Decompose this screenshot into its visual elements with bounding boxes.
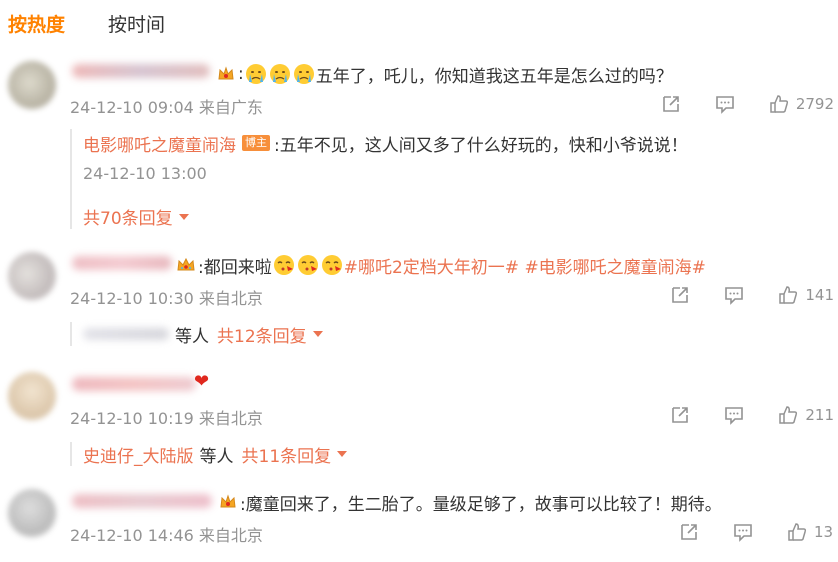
more-replies-link[interactable]: 共12条回复 xyxy=(217,322,323,347)
comment-actions: 2792 xyxy=(660,92,834,116)
comment-body: : 五年了，吒儿，你知道我这五年是怎么过的吗？ xyxy=(216,60,673,88)
reply-author-link[interactable]: 史迪仔_大陆版 xyxy=(83,442,194,467)
share-icon[interactable] xyxy=(660,93,682,115)
comment-meta: 24-12-10 09:04 来自广东 xyxy=(70,98,263,117)
tab-sort-by-hot[interactable]: 按热度 xyxy=(8,12,65,38)
more-replies-link[interactable]: 共70条回复 xyxy=(83,204,189,229)
reply-body: 电影哪吒之魔童闹海 博主 :五年不见，这人间又多了什么好玩的，快和小爷说说！ xyxy=(83,129,688,157)
kissing-face-emoji xyxy=(297,254,319,276)
comment-actions: 211 xyxy=(669,403,834,427)
reply-divider xyxy=(70,322,72,346)
sub-replies-summary: 史迪仔_大陆版 等人 共11条回复 xyxy=(83,441,348,467)
author-badge: 博主 xyxy=(242,135,270,151)
username-blurred[interactable] xyxy=(72,377,196,391)
like-count: 211 xyxy=(805,406,834,424)
comment-icon[interactable] xyxy=(723,284,745,306)
reply-username-blurred[interactable] xyxy=(83,328,169,340)
like-count: 2792 xyxy=(795,95,834,113)
crying-face-emoji xyxy=(269,63,291,85)
like-count: 141 xyxy=(805,286,834,304)
more-replies-label: 共12条回复 xyxy=(217,326,307,347)
caret-down-icon xyxy=(312,331,323,337)
more-replies-label: 共70条回复 xyxy=(83,209,173,229)
comment-body: :魔童回来了，生二胎了。量级足够了，故事可以比较了！期待。 xyxy=(218,488,722,516)
username-blurred[interactable] xyxy=(72,494,212,508)
topic-hashtag-links[interactable]: #哪吒2定档大年初一# #电影哪吒之魔童闹海# xyxy=(344,253,706,278)
avatar[interactable] xyxy=(8,252,56,300)
reply-divider xyxy=(70,442,72,466)
vip-crown-icon xyxy=(176,255,196,275)
kissing-face-emoji xyxy=(273,254,295,276)
comment-meta: 24-12-10 10:30 来自北京 xyxy=(70,289,263,308)
share-icon[interactable] xyxy=(678,521,700,543)
reply-divider xyxy=(70,129,72,229)
vip-crown-icon xyxy=(218,492,238,512)
comment-icon[interactable] xyxy=(714,93,736,115)
comment-panel: 按热度 按时间 : 五年了，吒儿，你知道我这五年是怎么过的吗？ 24-12-10… xyxy=(0,0,838,562)
username-blurred[interactable] xyxy=(72,64,210,78)
comment-body: :都回来啦 #哪吒2定档大年初一# #电影哪吒之魔童闹海# xyxy=(176,251,706,279)
share-icon[interactable] xyxy=(669,284,691,306)
comment-text: :都回来啦 xyxy=(198,257,272,278)
comment-item: :魔童回来了，生二胎了。量级足够了，故事可以比较了！期待。 24-12-10 1… xyxy=(0,485,838,562)
comment-item: ❤ 24-12-10 10:19 来自北京 211 史迪仔_大陆版 等人 共11… xyxy=(0,368,838,473)
like-icon[interactable] xyxy=(768,93,790,115)
vip-crown-icon xyxy=(216,64,236,84)
sub-replies-summary: 等人 共12条回复 xyxy=(83,321,323,347)
crying-face-emoji xyxy=(245,63,267,85)
caret-down-icon xyxy=(337,451,348,457)
heart-icon: ❤ xyxy=(194,371,210,392)
comment-meta: 24-12-10 10:19 来自北京 xyxy=(70,409,263,428)
comment-text: 五年了，吒儿，你知道我这五年是怎么过的吗？ xyxy=(315,66,673,87)
like-icon[interactable] xyxy=(786,521,808,543)
like-icon[interactable] xyxy=(777,284,799,306)
more-replies-label: 共11条回复 xyxy=(241,446,332,467)
sub-replies-suffix: 等人 xyxy=(175,326,209,347)
avatar[interactable] xyxy=(8,61,56,109)
username-blurred[interactable] xyxy=(72,256,172,270)
comment-actions: 141 xyxy=(669,283,834,307)
comment-meta: 24-12-10 14:46 来自北京 xyxy=(70,526,263,545)
comment-text: :魔童回来了，生二胎了。量级足够了，故事可以比较了！期待。 xyxy=(240,494,722,515)
comment-item: : 五年了，吒儿，你知道我这五年是怎么过的吗？ 24-12-10 09:04 来… xyxy=(0,57,838,237)
comment-item: :都回来啦 #哪吒2定档大年初一# #电影哪吒之魔童闹海# 24-12-10 1… xyxy=(0,248,838,358)
share-icon[interactable] xyxy=(669,404,691,426)
reply-meta: 24-12-10 13:00 xyxy=(83,164,207,183)
like-icon[interactable] xyxy=(777,404,799,426)
comment-icon[interactable] xyxy=(723,404,745,426)
avatar[interactable] xyxy=(8,489,56,537)
comment-icon[interactable] xyxy=(732,521,754,543)
reply-author-link[interactable]: 电影哪吒之魔童闹海 xyxy=(83,131,236,156)
avatar[interactable] xyxy=(8,372,56,420)
like-count: 13 xyxy=(814,523,834,541)
comment-actions: 13 xyxy=(678,520,834,544)
more-replies-link[interactable]: 共11条回复 xyxy=(242,442,348,467)
kissing-face-emoji xyxy=(321,254,343,276)
sort-tabs: 按热度 按时间 xyxy=(0,0,838,50)
crying-face-emoji xyxy=(293,63,315,85)
caret-down-icon xyxy=(178,213,189,220)
tab-sort-by-time[interactable]: 按时间 xyxy=(108,12,165,38)
sub-replies-suffix: 等人 xyxy=(199,446,234,467)
reply-text: :五年不见，这人间又多了什么好玩的，快和小爷说说！ xyxy=(274,135,688,156)
